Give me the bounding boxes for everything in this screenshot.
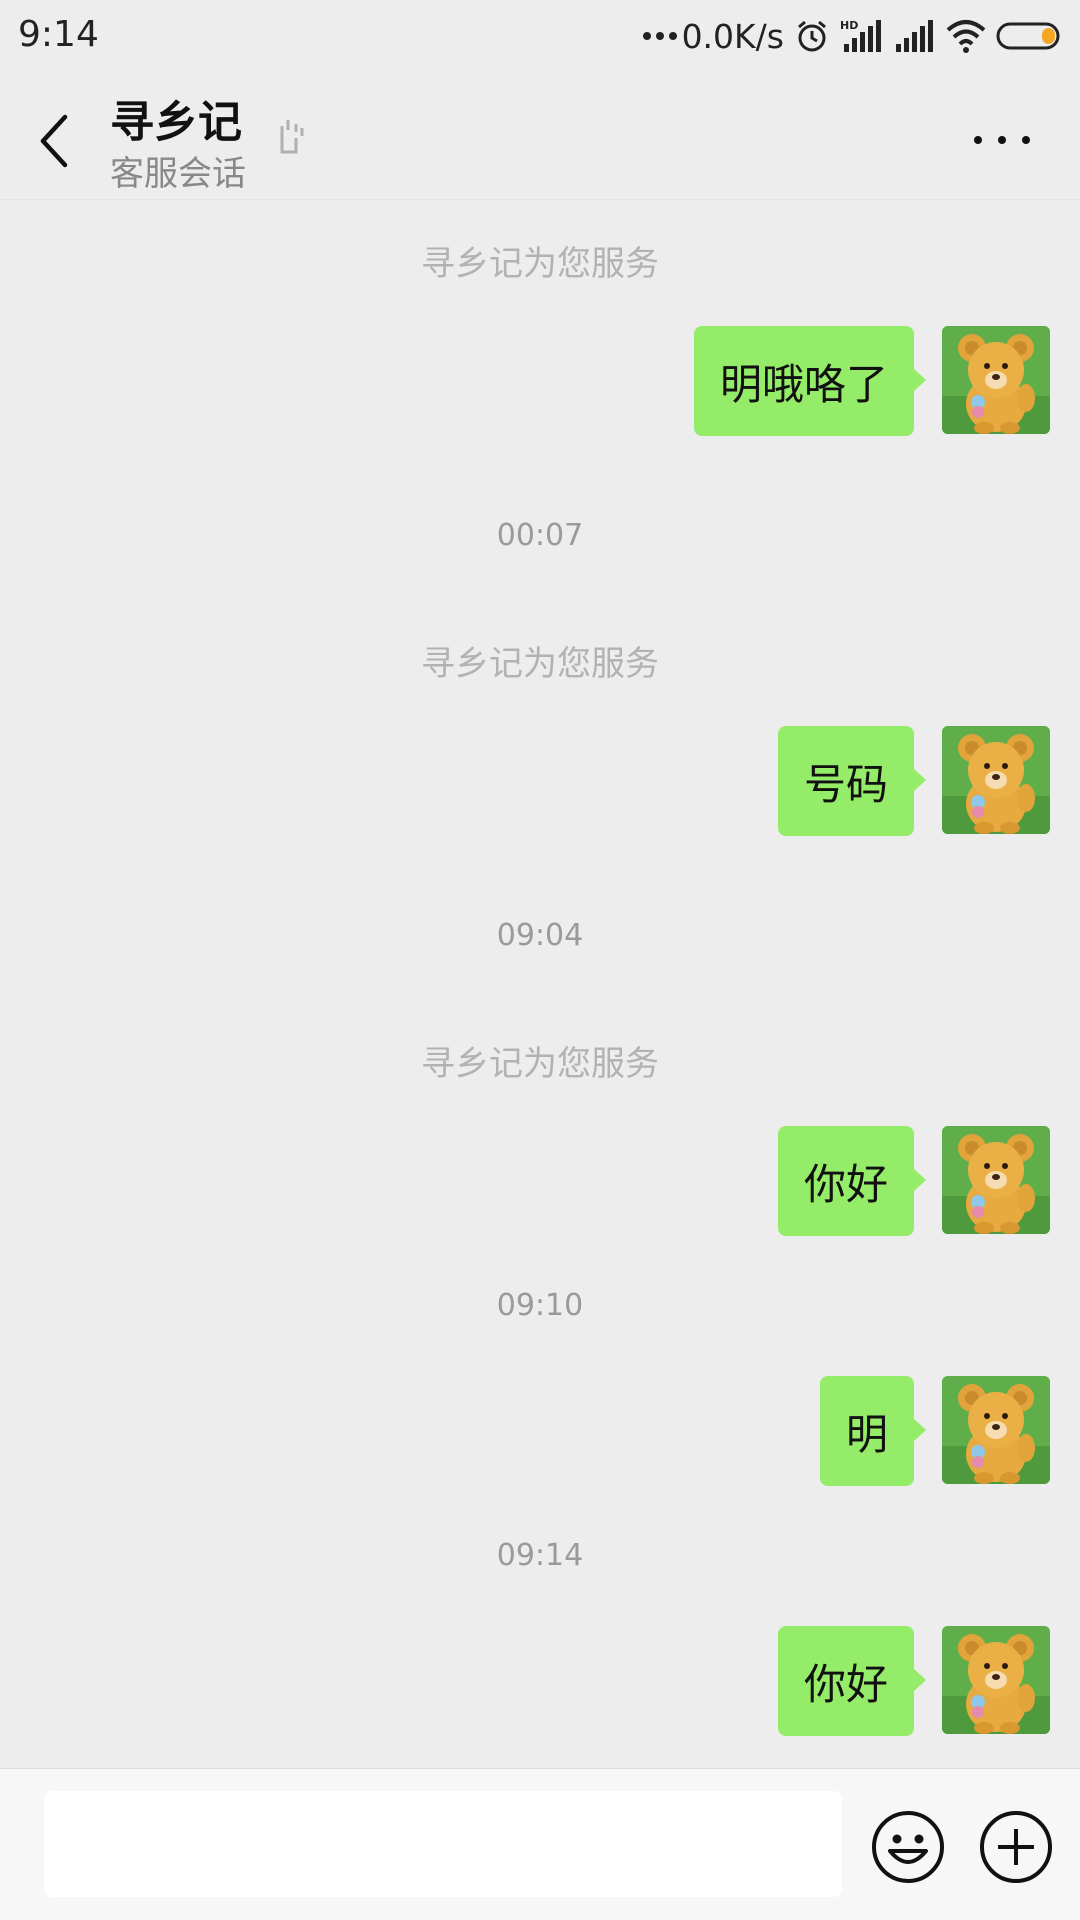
message-bubble[interactable]: 明哦咯了 (693, 326, 927, 436)
emoji-button[interactable] (870, 1809, 946, 1885)
battery-icon (996, 18, 1062, 54)
status-icons: 0.0K/s HD (642, 14, 1062, 58)
more-dot (1022, 136, 1030, 144)
message-bubble[interactable]: 你好 (777, 1126, 927, 1236)
alarm-clock-icon (794, 18, 830, 54)
more-functions-button[interactable] (978, 1809, 1054, 1885)
ellipsis-icon (642, 32, 677, 40)
svg-text:HD: HD (840, 19, 858, 32)
status-bar: 9:14 0.0K/s HD (0, 0, 1080, 72)
signal-icon (894, 18, 936, 54)
user-avatar[interactable] (942, 1126, 1050, 1234)
message-timestamp: 09:10 (496, 1288, 584, 1323)
service-notice: 寻乡记为您服务 (421, 244, 659, 284)
message-input[interactable] (44, 1791, 842, 1897)
plus-circle-icon (980, 1811, 1052, 1883)
chevron-left-icon (40, 114, 68, 168)
outgoing-message[interactable]: 你好 (777, 1126, 1050, 1236)
message-list[interactable]: 寻乡记为您服务 明哦咯了 00:07 寻乡记为您服务 号码 09:04 寻乡记为… (0, 200, 1080, 1768)
earpiece-mode-icon (276, 116, 308, 162)
message-timestamp: 09:04 (496, 918, 584, 953)
user-avatar[interactable] (942, 1626, 1050, 1734)
back-button[interactable] (30, 106, 78, 176)
chat-header: 寻乡记 客服会话 (0, 72, 1080, 200)
more-dot (974, 136, 982, 144)
message-bubble[interactable]: 明 (819, 1376, 927, 1486)
service-notice: 寻乡记为您服务 (421, 1044, 659, 1084)
wifi-icon (946, 18, 986, 54)
message-bubble[interactable]: 你好 (777, 1626, 927, 1736)
more-dot (998, 136, 1006, 144)
network-speed: 0.0K/s (642, 16, 784, 56)
outgoing-message[interactable]: 号码 (777, 726, 1050, 836)
chat-title: 寻乡记 (110, 97, 242, 148)
outgoing-message[interactable]: 你好 (777, 1626, 1050, 1736)
outgoing-message[interactable]: 明哦咯了 (693, 326, 1050, 436)
user-avatar[interactable] (942, 726, 1050, 834)
more-options-button[interactable] (974, 126, 1030, 154)
message-timestamp: 00:07 (496, 518, 584, 553)
network-speed-value: 0.0K/s (681, 16, 784, 56)
status-time: 9:14 (18, 14, 99, 55)
service-notice: 寻乡记为您服务 (421, 644, 659, 684)
outgoing-message[interactable]: 明 (819, 1376, 1050, 1486)
input-bar (0, 1768, 1080, 1920)
user-avatar[interactable] (942, 326, 1050, 434)
message-timestamp: 09:14 (496, 1538, 584, 1573)
hd-signal-icon: HD (840, 18, 884, 54)
chat-subtitle: 客服会话 (110, 154, 246, 194)
user-avatar[interactable] (942, 1376, 1050, 1484)
message-bubble[interactable]: 号码 (777, 726, 927, 836)
smiley-face-icon (872, 1811, 944, 1883)
